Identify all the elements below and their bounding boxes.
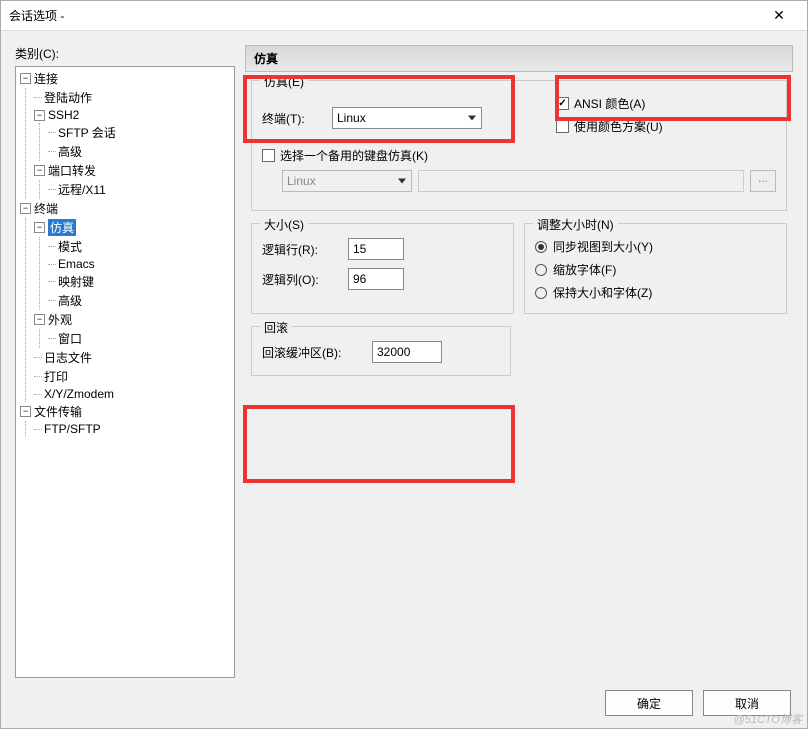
rows-input[interactable]: [348, 238, 404, 260]
ansi-color-checkbox[interactable]: ANSI 颜色(A): [556, 95, 776, 112]
tree-connection[interactable]: −连接: [16, 69, 234, 88]
tree-remote[interactable]: 远程/X11: [44, 180, 234, 199]
terminal-label: 终端(T):: [262, 110, 332, 127]
resize-keep-radio[interactable]: 保持大小和字体(Z): [535, 284, 776, 301]
rows-label: 逻辑行(R):: [262, 241, 348, 258]
close-button[interactable]: ✕: [759, 2, 799, 30]
collapse-icon[interactable]: −: [34, 314, 45, 325]
cols-input[interactable]: [348, 268, 404, 290]
tree-sftp[interactable]: SFTP 会话: [44, 123, 234, 142]
terminal-select[interactable]: Linux: [332, 107, 482, 129]
tree-print[interactable]: 打印: [30, 367, 234, 386]
titlebar: 会话选项 - ✕: [1, 1, 807, 31]
sidebar: 类别(C): −连接 登陆动作 −SSH2 SFTP 会话 高级 −端口转发 远…: [15, 45, 235, 678]
tree-ssh2[interactable]: −SSH2: [30, 107, 234, 123]
checkbox-icon: [556, 97, 569, 110]
ok-button[interactable]: 确定: [605, 690, 693, 716]
resize-legend: 调整大小时(N): [533, 216, 618, 233]
settings-panel: 仿真 仿真(E) 终端(T): Linux ANSI 颜色(A): [245, 45, 793, 678]
tree-mapkeys[interactable]: 映射键: [44, 272, 234, 291]
category-label: 类别(C):: [15, 45, 235, 62]
resize-group: 调整大小时(N) 同步视图到大小(Y) 缩放字体(F) 保持大小和字体(Z): [524, 223, 787, 314]
highlight-annotation: [243, 405, 515, 483]
collapse-icon[interactable]: −: [34, 165, 45, 176]
tree-advanced1[interactable]: 高级: [44, 142, 234, 161]
alt-keyboard-checkbox[interactable]: 选择一个备用的键盘仿真(K): [262, 147, 776, 164]
alt-keyboard-select: Linux: [282, 170, 412, 192]
collapse-icon[interactable]: −: [20, 203, 31, 214]
content-area: 类别(C): −连接 登陆动作 −SSH2 SFTP 会话 高级 −端口转发 远…: [1, 31, 807, 678]
size-group: 大小(S) 逻辑行(R): 逻辑列(O):: [251, 223, 514, 314]
collapse-icon[interactable]: −: [34, 110, 45, 121]
radio-icon: [535, 264, 547, 276]
collapse-icon[interactable]: −: [20, 73, 31, 84]
tree-logfile[interactable]: 日志文件: [30, 348, 234, 367]
tree-mode[interactable]: 模式: [44, 237, 234, 256]
category-tree[interactable]: −连接 登陆动作 −SSH2 SFTP 会话 高级 −端口转发 远程/X11 −…: [15, 66, 235, 678]
emulation-group: 仿真(E) 终端(T): Linux ANSI 颜色(A): [251, 80, 787, 211]
tree-portfwd[interactable]: −端口转发: [30, 161, 234, 180]
collapse-icon[interactable]: −: [20, 406, 31, 417]
resize-scale-radio[interactable]: 缩放字体(F): [535, 261, 776, 278]
scrollback-group: 回滚 回滚缓冲区(B):: [251, 326, 511, 376]
collapse-icon[interactable]: −: [34, 222, 45, 233]
tree-emacs[interactable]: Emacs: [44, 256, 234, 272]
checkbox-icon: [262, 149, 275, 162]
color-scheme-checkbox[interactable]: 使用颜色方案(U): [556, 118, 776, 135]
emulation-legend: 仿真(E): [260, 73, 308, 90]
tree-ftpsftp[interactable]: FTP/SFTP: [30, 421, 234, 437]
window-title: 会话选项 -: [9, 7, 759, 24]
scrollback-input[interactable]: [372, 341, 442, 363]
size-legend: 大小(S): [260, 216, 308, 233]
panel-body: 仿真(E) 终端(T): Linux ANSI 颜色(A): [245, 72, 793, 396]
scrollback-legend: 回滚: [260, 319, 292, 336]
cols-label: 逻辑列(O):: [262, 271, 348, 288]
cancel-button[interactable]: 取消: [703, 690, 791, 716]
panel-header: 仿真: [245, 45, 793, 72]
tree-advanced2[interactable]: 高级: [44, 291, 234, 310]
radio-icon: [535, 287, 547, 299]
alt-keyboard-text: [418, 170, 744, 192]
tree-xyz[interactable]: X/Y/Zmodem: [30, 386, 234, 402]
tree-terminal[interactable]: −终端: [16, 199, 234, 218]
session-options-window: 会话选项 - ✕ 类别(C): −连接 登陆动作 −SSH2 SFTP 会话 高…: [0, 0, 808, 729]
tree-emulation[interactable]: −仿真: [30, 218, 234, 237]
tree-window[interactable]: 窗口: [44, 329, 234, 348]
more-button: ...: [750, 170, 776, 192]
scrollback-label: 回滚缓冲区(B):: [262, 344, 372, 361]
checkbox-icon: [556, 120, 569, 133]
dialog-footer: 确定 取消: [1, 678, 807, 728]
radio-icon: [535, 241, 547, 253]
tree-login[interactable]: 登陆动作: [30, 88, 234, 107]
resize-sync-radio[interactable]: 同步视图到大小(Y): [535, 238, 776, 255]
tree-filetransfer[interactable]: −文件传输: [16, 402, 234, 421]
tree-appearance[interactable]: −外观: [30, 310, 234, 329]
